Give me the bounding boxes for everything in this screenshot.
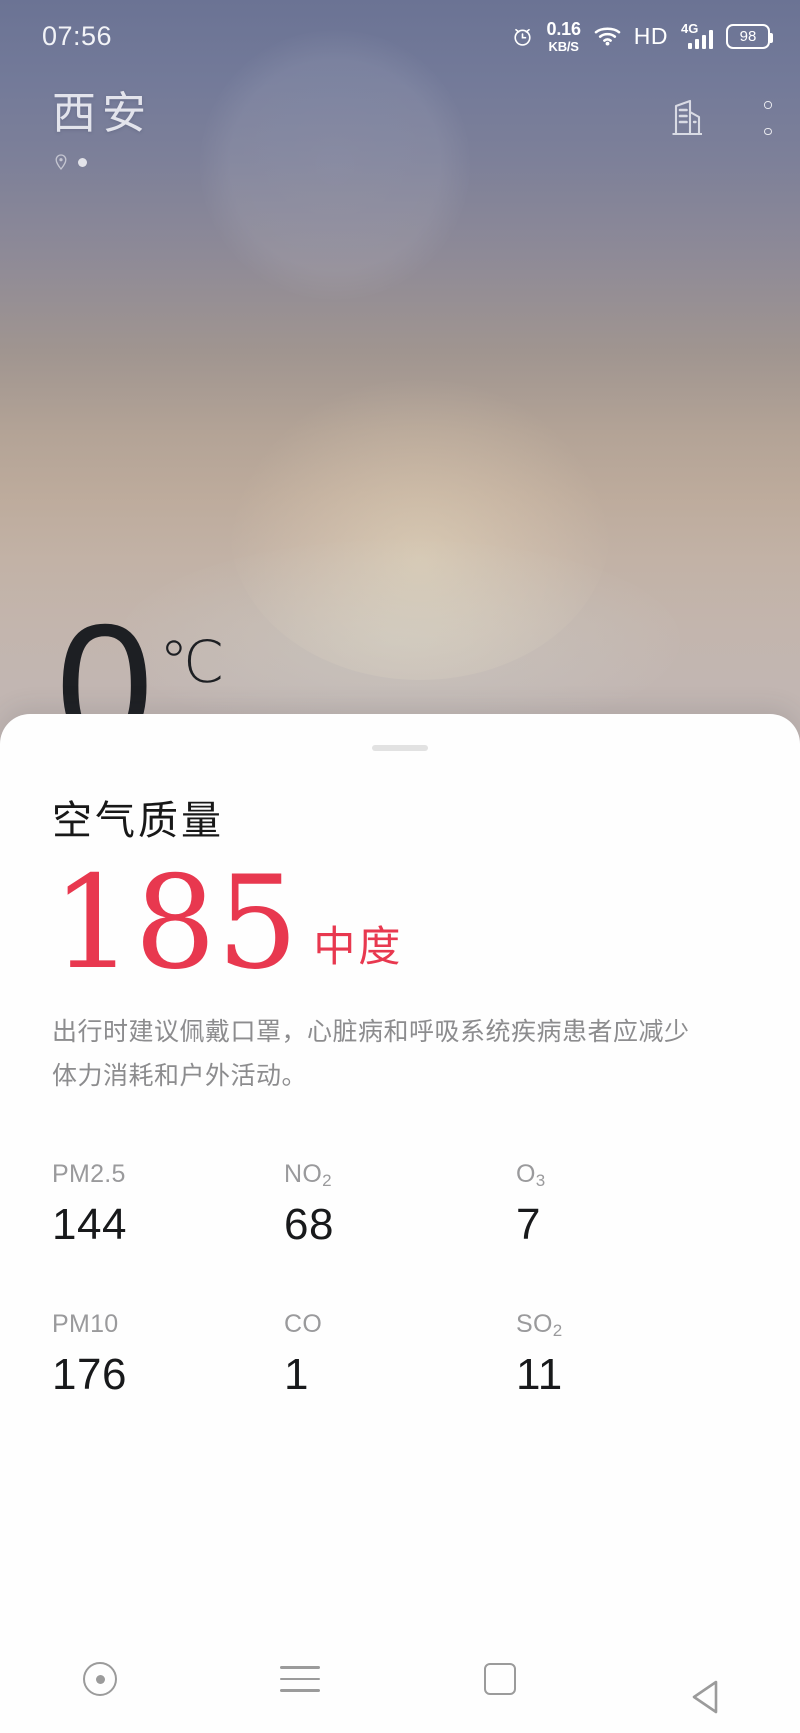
pollutant-label: NO2 <box>284 1159 516 1190</box>
pollutant-cell: SO2 11 <box>516 1310 748 1400</box>
city-block: 西安 <box>52 82 152 171</box>
city-name: 西安 <box>52 88 152 139</box>
header-actions <box>668 82 772 138</box>
pollutant-grid: PM2.5 144 NO2 68 O3 7 PM10 176 CO 1 SO2 … <box>52 1160 748 1400</box>
pollutant-subscript: 2 <box>552 1320 563 1340</box>
nav-assistant-button[interactable] <box>65 1644 135 1714</box>
air-quality-content: 空气质量 185 中度 出行时建议佩戴口罩，心脏病和呼吸系统疾病患者应减少体力消… <box>0 714 800 1400</box>
location-pin-icon <box>55 154 67 171</box>
temperature-unit: ℃ <box>159 630 225 695</box>
home-square-icon <box>484 1663 516 1695</box>
assistant-circle-icon <box>83 1662 117 1696</box>
wifi-icon <box>594 25 621 47</box>
pollutant-cell: PM10 176 <box>52 1310 284 1400</box>
weather-header: 西安 <box>0 82 800 192</box>
cellular-signal-icon: 4G <box>681 22 713 49</box>
pollutant-label: PM2.5 <box>52 1160 284 1189</box>
alarm-clock-icon <box>511 25 534 48</box>
status-bar-icons: 0.16 KB/S HD 4G 98 <box>511 20 773 53</box>
air-quality-index-row: 185 中度 <box>52 860 748 988</box>
pollutant-cell: CO 1 <box>284 1310 516 1400</box>
pollutant-name: PM10 <box>52 1309 119 1338</box>
pollutant-label: O3 <box>516 1159 748 1190</box>
nav-recents-button[interactable] <box>265 1644 335 1714</box>
air-quality-title: 空气质量 <box>52 798 224 844</box>
pollutant-name: O <box>516 1159 536 1188</box>
pollutant-subscript: 2 <box>322 1170 332 1190</box>
aqi-value: 185 <box>52 849 300 998</box>
status-bar: 07:56 0.16 KB/S HD 4G 98 <box>0 0 800 72</box>
network-speed-indicator: 0.16 KB/S <box>547 20 581 53</box>
pollutant-value: 68 <box>284 1199 334 1249</box>
signal-bars <box>687 29 713 49</box>
nav-back-button[interactable] <box>665 1644 735 1714</box>
pollutant-cell: PM2.5 144 <box>52 1160 284 1250</box>
page-indicator-dot <box>78 157 87 167</box>
pollutant-name: SO <box>516 1309 553 1338</box>
pollutant-label: SO2 <box>516 1309 748 1340</box>
pollutant-name: NO <box>284 1159 323 1188</box>
air-quality-advice: 出行时建议佩戴口罩，心脏病和呼吸系统疾病患者应减少体力消耗和户外活动。 <box>52 1017 690 1090</box>
aqi-level-label: 中度 <box>313 922 404 971</box>
pollutant-name: CO <box>284 1309 323 1338</box>
network-speed-value: 0.16 <box>546 18 581 39</box>
nav-home-button[interactable] <box>465 1644 535 1714</box>
recents-menu-icon <box>280 1666 320 1692</box>
air-quality-sheet: 空气质量 185 中度 出行时建议佩戴口罩，心脏病和呼吸系统疾病患者应减少体力消… <box>0 714 800 1733</box>
status-bar-clock: 07:56 <box>42 20 113 51</box>
pollutant-value: 144 <box>52 1199 127 1249</box>
pollutant-value: 1 <box>284 1349 309 1399</box>
android-nav-bar <box>0 1625 800 1733</box>
hd-voice-label: HD <box>633 22 668 49</box>
city-list-icon[interactable] <box>668 98 706 138</box>
back-triangle-icon <box>689 1661 718 1714</box>
page-indicator <box>52 154 152 171</box>
pollutant-cell: O3 7 <box>516 1160 748 1250</box>
pollutant-value: 7 <box>516 1199 541 1249</box>
battery-indicator: 98 <box>726 23 773 49</box>
pollutant-label: PM10 <box>52 1310 284 1339</box>
network-speed-unit: KB/S <box>548 38 579 54</box>
pollutant-value: 176 <box>52 1349 127 1399</box>
phone-screen: 07:56 0.16 KB/S HD 4G 98 西安 0 ℃ 空气质量 185… <box>0 0 800 1733</box>
pollutant-name: PM2.5 <box>52 1159 126 1188</box>
pollutant-cell: NO2 68 <box>284 1160 516 1250</box>
pollutant-label: CO <box>284 1310 516 1339</box>
battery-level-label: 98 <box>739 27 757 45</box>
pollutant-value: 11 <box>516 1349 563 1399</box>
more-vertical-icon[interactable] <box>764 101 772 135</box>
pollutant-subscript: 3 <box>535 1170 546 1190</box>
sheet-drag-handle[interactable] <box>372 745 428 751</box>
